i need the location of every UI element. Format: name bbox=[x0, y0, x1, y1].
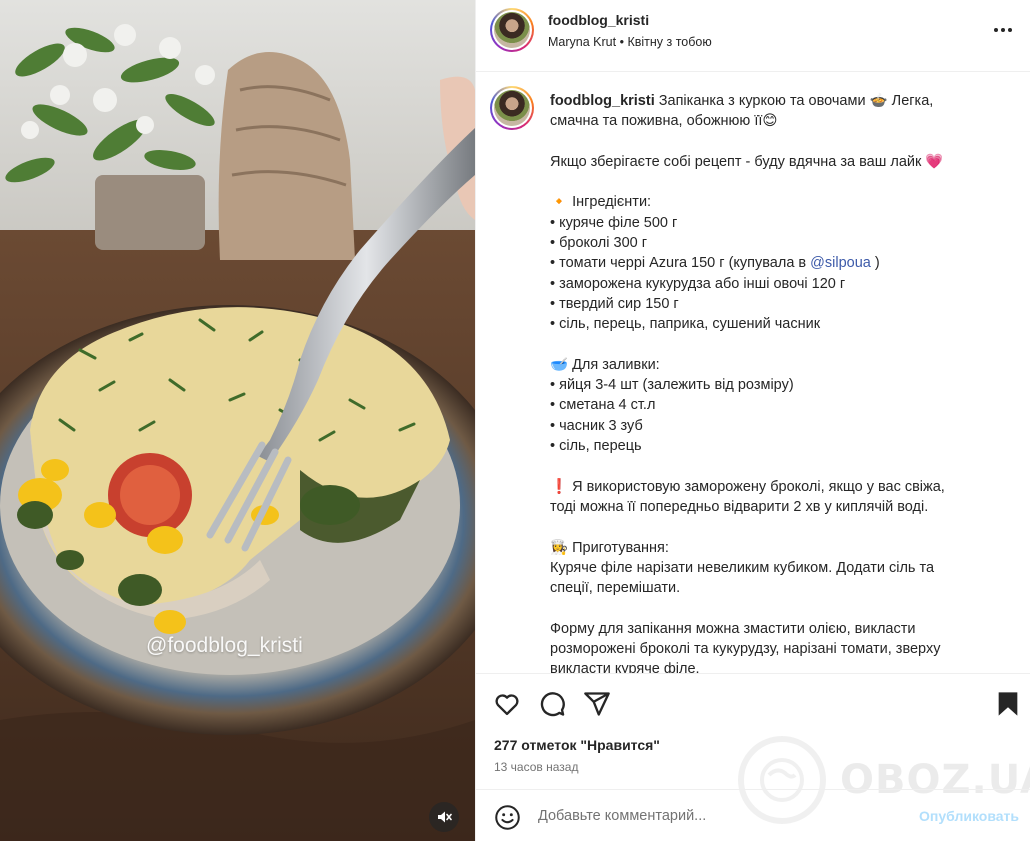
cooking-step: спеції, перемішати. bbox=[550, 580, 681, 597]
avatar-image bbox=[494, 90, 530, 126]
note-line: тоді можна її попередньо відварити 2 хв … bbox=[550, 498, 929, 515]
comment-icon bbox=[540, 692, 565, 717]
caption-title: Запіканка з куркою та овочами 🍲 Легка, bbox=[654, 93, 934, 109]
comment-input[interactable] bbox=[538, 804, 898, 828]
avatar-image bbox=[494, 12, 530, 48]
caption-scroll-area[interactable]: foodblog_kristi Запіканка з куркою та ов… bbox=[476, 73, 1030, 673]
audio-track: Квітну з тобою bbox=[627, 35, 712, 49]
cooking-step: Куряче філе нарізати невеликим кубиком. … bbox=[550, 559, 935, 576]
author-avatar[interactable] bbox=[490, 8, 534, 52]
author-username[interactable]: foodblog_kristi bbox=[548, 12, 649, 28]
post-media[interactable]: @foodblog_kristi bbox=[0, 0, 475, 841]
filling-item: • сметана 4 ст.л bbox=[550, 397, 656, 414]
audio-separator: • bbox=[619, 35, 624, 49]
speaker-muted-icon bbox=[438, 811, 452, 823]
post-details: foodblog_kristi Maryna Krut • Квітну з т… bbox=[475, 0, 1030, 841]
mute-button[interactable] bbox=[429, 802, 459, 832]
more-horizontal-icon bbox=[994, 28, 1012, 32]
caption-avatar[interactable] bbox=[490, 86, 534, 130]
ingredient-item: • твердий сир 150 г bbox=[550, 295, 679, 312]
cooking-header: 👩‍🍳 Приготування: bbox=[550, 539, 669, 556]
smiley-icon bbox=[495, 805, 520, 830]
filling-item: • часник 3 зуб bbox=[550, 417, 643, 434]
share-icon bbox=[584, 692, 610, 716]
caption-save-line: Якщо зберігаєте собі рецепт - буду вдячн… bbox=[550, 153, 944, 170]
ingredients-header: 🔸 Інгредієнти: bbox=[550, 194, 652, 211]
audio-attribution[interactable]: Maryna Krut • Квітну з тобою bbox=[548, 35, 712, 49]
cooking-step: викласти куряче філе. bbox=[550, 661, 700, 673]
ingredient-item: • заморожена кукурудза або інші овочі 12… bbox=[550, 275, 846, 292]
audio-artist: Maryna Krut bbox=[548, 35, 617, 49]
filling-item: • яйця 3-4 шт (залежить від розміру) bbox=[550, 377, 794, 394]
cooking-step: Форму для запікання можна змастити олією… bbox=[550, 620, 916, 637]
heart-icon bbox=[495, 694, 519, 716]
ingredient-item: • куряче філе 500 г bbox=[550, 214, 678, 231]
caption-username[interactable]: foodblog_kristi bbox=[550, 93, 655, 109]
publish-button[interactable]: Опубликовать bbox=[919, 808, 1019, 824]
more-options-button[interactable] bbox=[991, 18, 1015, 42]
ingredient-item: • сіль, перець, паприка, сушений часник bbox=[550, 316, 821, 333]
mention-link[interactable]: @silpoua bbox=[810, 255, 871, 271]
like-button[interactable] bbox=[493, 690, 521, 718]
ingredient-item: • броколі 300 г bbox=[550, 235, 648, 252]
post-header: foodblog_kristi Maryna Krut • Квітну з т… bbox=[476, 0, 1030, 72]
share-button[interactable] bbox=[583, 690, 611, 718]
food-photo bbox=[0, 0, 475, 841]
cooking-step: розморожені броколі та кукурудзу, наріза… bbox=[550, 641, 941, 658]
bookmark-icon bbox=[998, 692, 1018, 716]
post-timestamp[interactable]: 13 часов назад bbox=[494, 760, 578, 774]
emoji-button[interactable] bbox=[494, 804, 521, 831]
caption-title-line2: смачна та поживна, обожнюю її😊 bbox=[550, 113, 778, 130]
ingredient-item: • томати черрі Azura 150 г (купувала в @… bbox=[550, 255, 880, 272]
note-line: ❗ Я використовую заморожену броколі, якщ… bbox=[550, 478, 945, 495]
likes-count[interactable]: 277 отметок "Нравится" bbox=[494, 737, 660, 753]
filling-item: • сіль, перець bbox=[550, 438, 642, 455]
filling-header: 🥣 Для заливки: bbox=[550, 356, 660, 373]
comment-bar: Опубликовать bbox=[476, 789, 1030, 841]
media-watermark: @foodblog_kristi bbox=[146, 634, 303, 657]
post-actions: 277 отметок "Нравится" 13 часов назад OB… bbox=[476, 673, 1030, 841]
caption-text: foodblog_kristi Запіканка з куркою та ов… bbox=[550, 91, 1000, 673]
save-button[interactable] bbox=[994, 690, 1022, 718]
comment-button[interactable] bbox=[538, 690, 566, 718]
